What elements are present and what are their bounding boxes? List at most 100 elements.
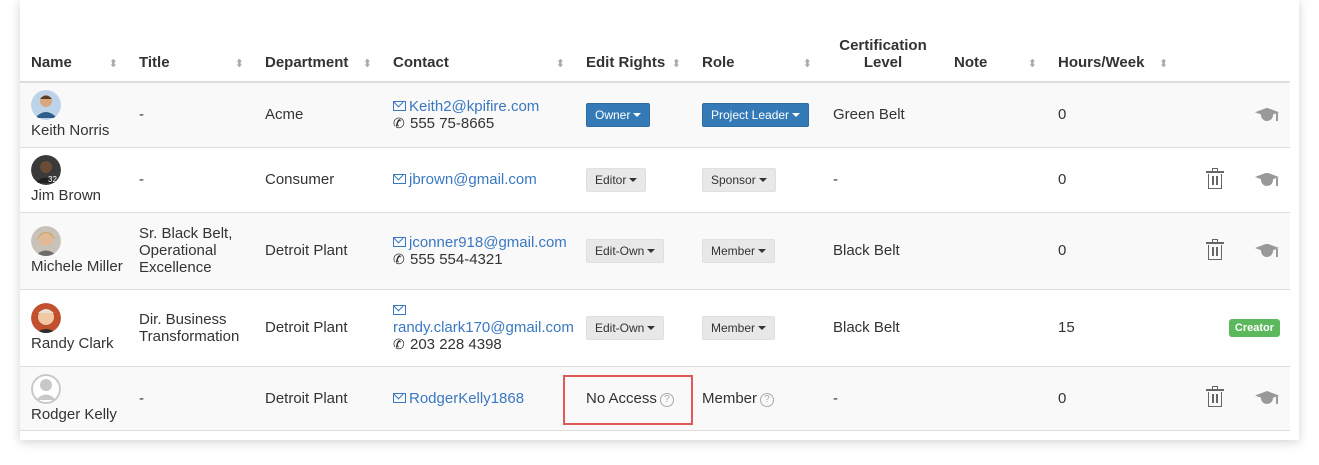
sort-icon[interactable]: ⬍ bbox=[1159, 57, 1168, 70]
member-cell: 32 Jim Brown bbox=[20, 147, 128, 212]
sort-icon[interactable]: ⬍ bbox=[363, 57, 372, 70]
caret-down-icon bbox=[629, 177, 638, 182]
table-row: 32 Jim Brown - Consumer jbrown@gmail.com… bbox=[20, 147, 1290, 212]
certification-cell: - bbox=[833, 389, 838, 407]
hours-cell: 0 bbox=[1058, 106, 1067, 124]
note-cell bbox=[943, 147, 1047, 212]
trash-icon[interactable] bbox=[1206, 238, 1224, 260]
certification-cell: Green Belt bbox=[833, 106, 905, 124]
role-cell: Member bbox=[691, 212, 822, 289]
sort-icon[interactable]: ⬍ bbox=[556, 57, 565, 70]
caret-down-icon bbox=[647, 325, 656, 330]
graduation-cap-icon[interactable] bbox=[1254, 171, 1280, 189]
graduation-cap-icon[interactable] bbox=[1254, 389, 1280, 407]
column-header-note[interactable]: Note ⬍ bbox=[943, 22, 1047, 83]
member-cell: Rodger Kelly bbox=[20, 366, 128, 430]
members-panel: Name ⬍ Title ⬍ Department ⬍ Contact ⬍ Edit R… bbox=[20, 0, 1299, 440]
avatar[interactable] bbox=[31, 90, 61, 121]
sort-icon[interactable]: ⬍ bbox=[803, 57, 812, 70]
envelope-icon bbox=[393, 305, 406, 315]
caret-down-icon bbox=[758, 177, 767, 182]
contact-cell: randy.clark170@gmail.com ✆ 203 228 4398 bbox=[382, 289, 575, 366]
role-dropdown[interactable]: Project Leader bbox=[702, 102, 810, 127]
column-header-title[interactable]: Title ⬍ bbox=[128, 22, 254, 83]
department-cell: Detroit Plant bbox=[265, 242, 348, 259]
actions-cell bbox=[1170, 366, 1290, 430]
role-dropdown[interactable]: Member bbox=[702, 238, 776, 263]
caret-down-icon bbox=[792, 112, 801, 117]
sort-icon[interactable]: ⬍ bbox=[1028, 57, 1037, 70]
edit-rights-value: No Access bbox=[586, 389, 657, 407]
role-cell: Sponsor bbox=[691, 147, 822, 212]
edit-rights-cell: No Access? bbox=[575, 366, 691, 430]
trash-icon[interactable] bbox=[1206, 167, 1224, 189]
email-link[interactable]: jconner918@gmail.com bbox=[393, 234, 567, 251]
title-cell: - bbox=[139, 106, 144, 124]
role-value: Member bbox=[702, 389, 758, 407]
note-cell bbox=[943, 366, 1047, 430]
envelope-icon bbox=[393, 392, 406, 403]
actions-cell bbox=[1170, 147, 1290, 212]
role-dropdown[interactable]: Sponsor bbox=[702, 167, 776, 192]
edit-rights-dropdown[interactable]: Owner bbox=[586, 102, 651, 127]
certification-cell: Black Belt bbox=[833, 242, 900, 259]
phone-icon: ✆ bbox=[393, 114, 405, 131]
envelope-icon bbox=[393, 100, 406, 111]
department-cell: Consumer bbox=[265, 171, 335, 188]
edit-rights-cell: Editor bbox=[575, 147, 691, 212]
certification-cell: Black Belt bbox=[833, 319, 900, 336]
table-row: Keith Norris - Acme Keith2@kpifire.com ✆… bbox=[20, 82, 1290, 147]
title-cell: - bbox=[139, 171, 144, 188]
column-header-name[interactable]: Name ⬍ bbox=[20, 22, 128, 83]
creator-badge: Creator bbox=[1228, 319, 1280, 337]
trash-icon[interactable] bbox=[1206, 386, 1224, 408]
contact-cell: RodgerKelly1868 bbox=[382, 366, 575, 430]
table-row: Randy Clark Dir. Business Transformation … bbox=[20, 289, 1290, 366]
email-link[interactable]: randy.clark170@gmail.com bbox=[393, 302, 574, 336]
question-circle-icon[interactable]: ? bbox=[659, 392, 674, 407]
member-cell: Randy Clark bbox=[20, 289, 128, 366]
avatar[interactable] bbox=[31, 226, 61, 256]
email-link[interactable]: Keith2@kpifire.com bbox=[393, 98, 539, 115]
role-dropdown[interactable]: Member bbox=[702, 315, 776, 340]
question-circle-icon[interactable]: ? bbox=[760, 392, 775, 407]
edit-rights-dropdown[interactable]: Edit-Own bbox=[586, 238, 665, 263]
caret-down-icon bbox=[647, 248, 656, 253]
note-cell bbox=[943, 212, 1047, 289]
sort-icon[interactable]: ⬍ bbox=[235, 57, 244, 70]
column-header-contact[interactable]: Contact ⬍ bbox=[382, 22, 575, 83]
sort-icon[interactable]: ⬍ bbox=[109, 57, 118, 70]
phone-icon: ✆ bbox=[393, 250, 405, 267]
table-row: Rodger Kelly - Detroit Plant RodgerKelly… bbox=[20, 366, 1290, 430]
member-name: Michele Miller bbox=[31, 258, 123, 275]
column-header-certification[interactable]: Certification Level bbox=[822, 22, 943, 83]
phone-number: 555 75-8665 bbox=[410, 114, 495, 132]
graduation-cap-icon[interactable] bbox=[1254, 106, 1280, 124]
department-cell: Acme bbox=[265, 106, 304, 124]
column-header-hours[interactable]: Hours/Week ⬍ bbox=[1047, 22, 1170, 83]
hours-cell: 15 bbox=[1058, 319, 1075, 336]
column-header-edit-rights[interactable]: Edit Rights ⬍ bbox=[575, 22, 691, 83]
avatar[interactable]: 32 bbox=[31, 155, 61, 185]
title-cell: Dir. Business Transformation bbox=[139, 310, 240, 345]
column-header-department[interactable]: Department ⬍ bbox=[254, 22, 382, 83]
sort-icon[interactable]: ⬍ bbox=[672, 57, 681, 70]
graduation-cap-icon[interactable] bbox=[1254, 242, 1280, 260]
department-cell: Detroit Plant bbox=[265, 389, 348, 407]
title-cell: - bbox=[139, 389, 144, 407]
member-name: Jim Brown bbox=[31, 187, 102, 204]
email-link[interactable]: jbrown@gmail.com bbox=[393, 171, 537, 188]
svg-text:32: 32 bbox=[48, 175, 57, 184]
caret-down-icon bbox=[633, 112, 642, 117]
edit-rights-dropdown[interactable]: Editor bbox=[586, 167, 647, 192]
avatar[interactable] bbox=[31, 373, 61, 404]
column-header-role[interactable]: Role ⬍ bbox=[691, 22, 822, 83]
member-cell: Michele Miller bbox=[20, 212, 128, 289]
edit-rights-dropdown[interactable]: Edit-Own bbox=[586, 315, 665, 340]
actions-cell bbox=[1170, 82, 1290, 147]
member-name: Keith Norris bbox=[31, 122, 110, 140]
actions-cell: Creator bbox=[1170, 289, 1290, 366]
avatar[interactable] bbox=[31, 303, 61, 333]
members-table: Name ⬍ Title ⬍ Department ⬍ Contact ⬍ Edit R… bbox=[20, 22, 1290, 431]
email-link[interactable]: RodgerKelly1868 bbox=[393, 390, 524, 407]
